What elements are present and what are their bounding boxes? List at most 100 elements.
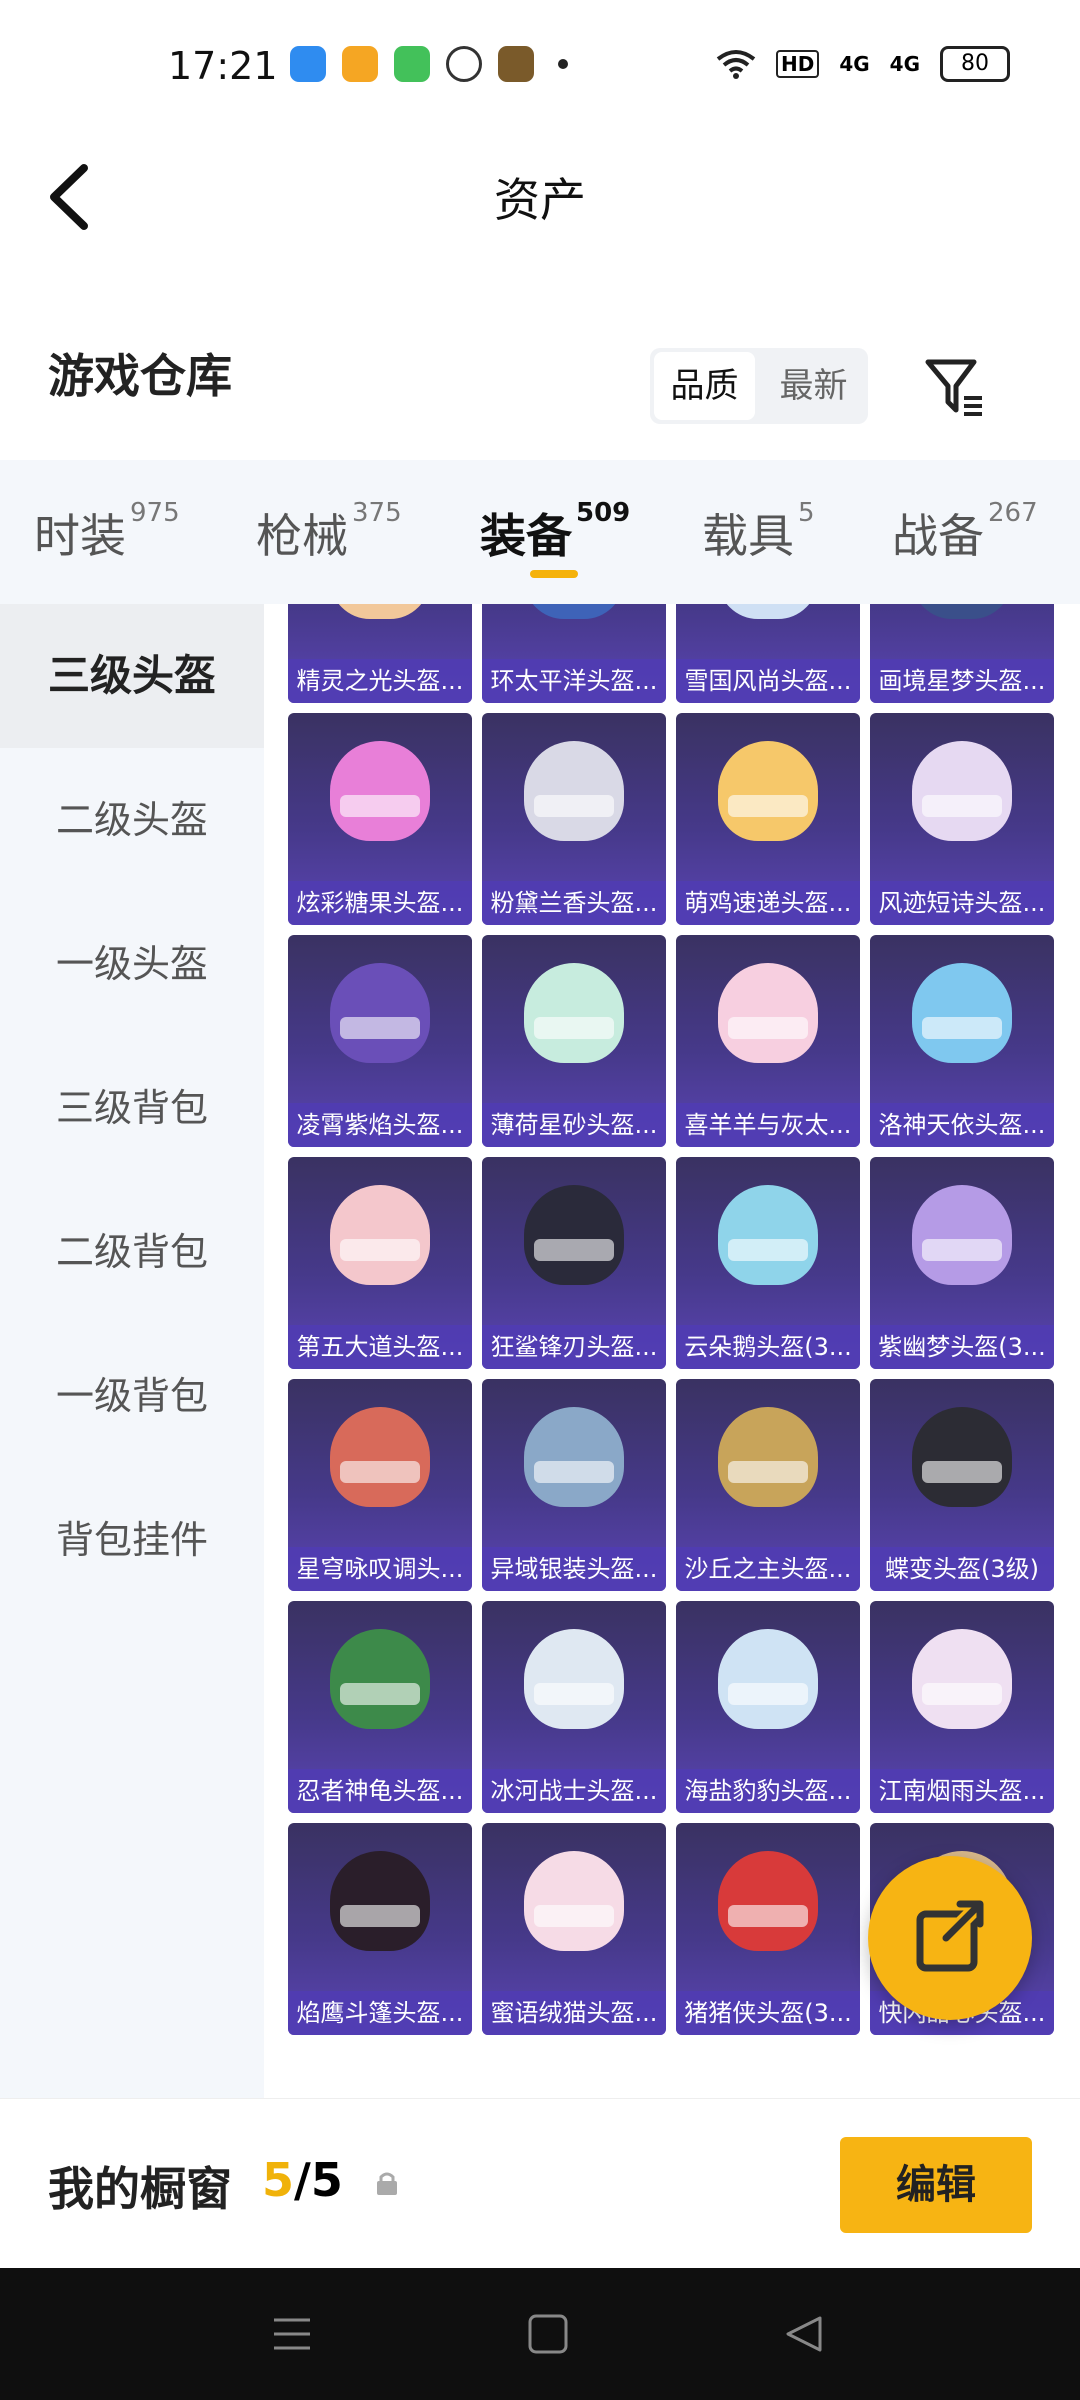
item-card[interactable]: 异域银装头盔... [482,1379,666,1591]
helmet-image [330,963,430,1063]
helmet-image [330,1629,430,1729]
item-card[interactable]: 炫彩糖果头盔... [288,713,472,925]
item-card[interactable]: 冰河战士头盔... [482,1601,666,1813]
helmet-visor [728,1461,808,1483]
tab-count: 5 [798,498,815,528]
app-notification-icon [290,46,326,82]
item-card[interactable]: 喜羊羊与灰太... [676,935,860,1147]
helmet-visor [340,1017,420,1039]
item-card[interactable]: 萌鸡速递头盔... [676,713,860,925]
item-card[interactable]: 云朵鹅头盔(3... [676,1157,860,1369]
item-card[interactable]: 猪猪侠头盔(3... [676,1823,860,2035]
item-card[interactable]: 江南烟雨头盔... [870,1601,1054,1813]
signal-4g-icon: 4G [889,52,920,76]
item-name: 猪猪侠头盔(3... [676,1991,860,2035]
item-name: 狂鲨锋刃头盔... [482,1325,666,1369]
helmet-image [912,1185,1012,1285]
filter-icon[interactable] [920,352,990,422]
helmet-visor [534,795,614,817]
tab-fashion[interactable]: 时装 975 [34,498,180,566]
item-name: 沙丘之主头盔... [676,1547,860,1591]
helmet-visor [534,1239,614,1261]
item-card[interactable]: 紫幽梦头盔(3... [870,1157,1054,1369]
item-card[interactable]: 风迹短诗头盔... [870,713,1054,925]
message-notification-icon [446,46,482,82]
item-card[interactable]: 画境星梦头盔... [870,604,1054,703]
helmet-image [524,1185,624,1285]
sidebar-item-level3-helmet[interactable]: 三级头盔 [0,604,264,748]
item-name: 风迹短诗头盔... [870,881,1054,925]
system-nav-bar [0,2268,1080,2400]
item-card[interactable]: 粉黛兰香头盔... [482,713,666,925]
helmet-visor [340,1461,420,1483]
item-name: 环太平洋头盔... [482,659,666,703]
share-button[interactable] [868,1856,1032,2020]
tab-equipment[interactable]: 装备 509 [480,498,630,566]
item-card[interactable]: 狂鲨锋刃头盔... [482,1157,666,1369]
sort-latest-button[interactable]: 最新 [763,352,864,420]
showcase-bar: 我的橱窗 5/5 编辑 [0,2098,1080,2269]
tab-label: 枪械 [256,509,348,563]
item-card[interactable]: 忍者神龟头盔... [288,1601,472,1813]
item-card[interactable]: 蝶变头盔(3级) [870,1379,1054,1591]
signal-4g-icon: 4G [839,52,870,76]
helmet-image [718,1629,818,1729]
item-name: 画境星梦头盔... [870,659,1054,703]
item-name: 忍者神龟头盔... [288,1769,472,1813]
item-name: 星穹咏叹调头... [288,1547,472,1591]
item-name: 精灵之光头盔... [288,659,472,703]
item-card[interactable]: 星穹咏叹调头... [288,1379,472,1591]
tab-count: 267 [988,498,1038,528]
edit-button[interactable]: 编辑 [840,2137,1032,2233]
tab-vehicles[interactable]: 载具 5 [702,498,815,566]
tab-firearms[interactable]: 枪械 375 [256,498,402,566]
item-card[interactable]: 沙丘之主头盔... [676,1379,860,1591]
tab-supplies[interactable]: 战备 267 [892,498,1038,566]
helmet-visor [728,1017,808,1039]
item-card[interactable]: 蜜语绒猫头盔... [482,1823,666,2035]
item-card[interactable]: 精灵之光头盔... [288,604,472,703]
active-tab-indicator [530,570,578,578]
item-card[interactable]: 洛神天依头盔... [870,935,1054,1147]
item-card[interactable]: 焰鹰斗篷头盔... [288,1823,472,2035]
item-name: 粉黛兰香头盔... [482,881,666,925]
item-card[interactable]: 凌霄紫焰头盔... [288,935,472,1147]
home-icon[interactable] [526,2312,570,2356]
helmet-image [912,741,1012,841]
item-card[interactable]: 第五大道头盔... [288,1157,472,1369]
status-bar: 17:21 HD 4G 4G 80 [0,0,1080,140]
item-name: 萌鸡速递头盔... [676,881,860,925]
sidebar-item-level2-helmet[interactable]: 二级头盔 [0,748,264,892]
item-name: 紫幽梦头盔(3... [870,1325,1054,1369]
item-card[interactable]: 海盐豹豹头盔... [676,1601,860,1813]
helmet-visor [340,795,420,817]
sidebar-item-backpack-charm[interactable]: 背包挂件 [0,1468,264,1612]
back-nav-icon[interactable] [782,2312,826,2356]
tab-count: 975 [130,498,180,528]
wifi-icon [716,50,756,79]
item-name: 焰鹰斗篷头盔... [288,1991,472,2035]
showcase-title: 我的橱窗 [48,2162,232,2216]
sort-toggle: 品质 最新 [650,348,868,424]
sidebar-item-level2-backpack[interactable]: 二级背包 [0,1180,264,1324]
menu-icon[interactable] [270,2312,314,2356]
hd-icon: HD [775,50,820,78]
item-card[interactable]: 环太平洋头盔... [482,604,666,703]
helmet-visor [340,1905,420,1927]
item-name: 雪国风尚头盔... [676,659,860,703]
helmet-image [718,963,818,1063]
item-name: 海盐豹豹头盔... [676,1769,860,1813]
sort-quality-button[interactable]: 品质 [654,352,755,420]
sidebar-item-level1-backpack[interactable]: 一级背包 [0,1324,264,1468]
chat-notification-icon [394,46,430,82]
item-name: 薄荷星砂头盔... [482,1103,666,1147]
sidebar-item-level1-helmet[interactable]: 一级头盔 [0,892,264,1036]
helmet-visor [534,1017,614,1039]
category-tabs: 时装 975 枪械 375 装备 509 载具 5 战备 267 [0,460,1080,604]
sidebar: 三级头盔 二级头盔 一级头盔 三级背包 二级背包 一级背包 背包挂件 [0,604,264,2098]
item-card[interactable]: 雪国风尚头盔... [676,604,860,703]
sidebar-item-level3-backpack[interactable]: 三级背包 [0,1036,264,1180]
tab-label: 战备 [892,509,984,563]
item-card[interactable]: 薄荷星砂头盔... [482,935,666,1147]
helmet-image [524,1407,624,1507]
